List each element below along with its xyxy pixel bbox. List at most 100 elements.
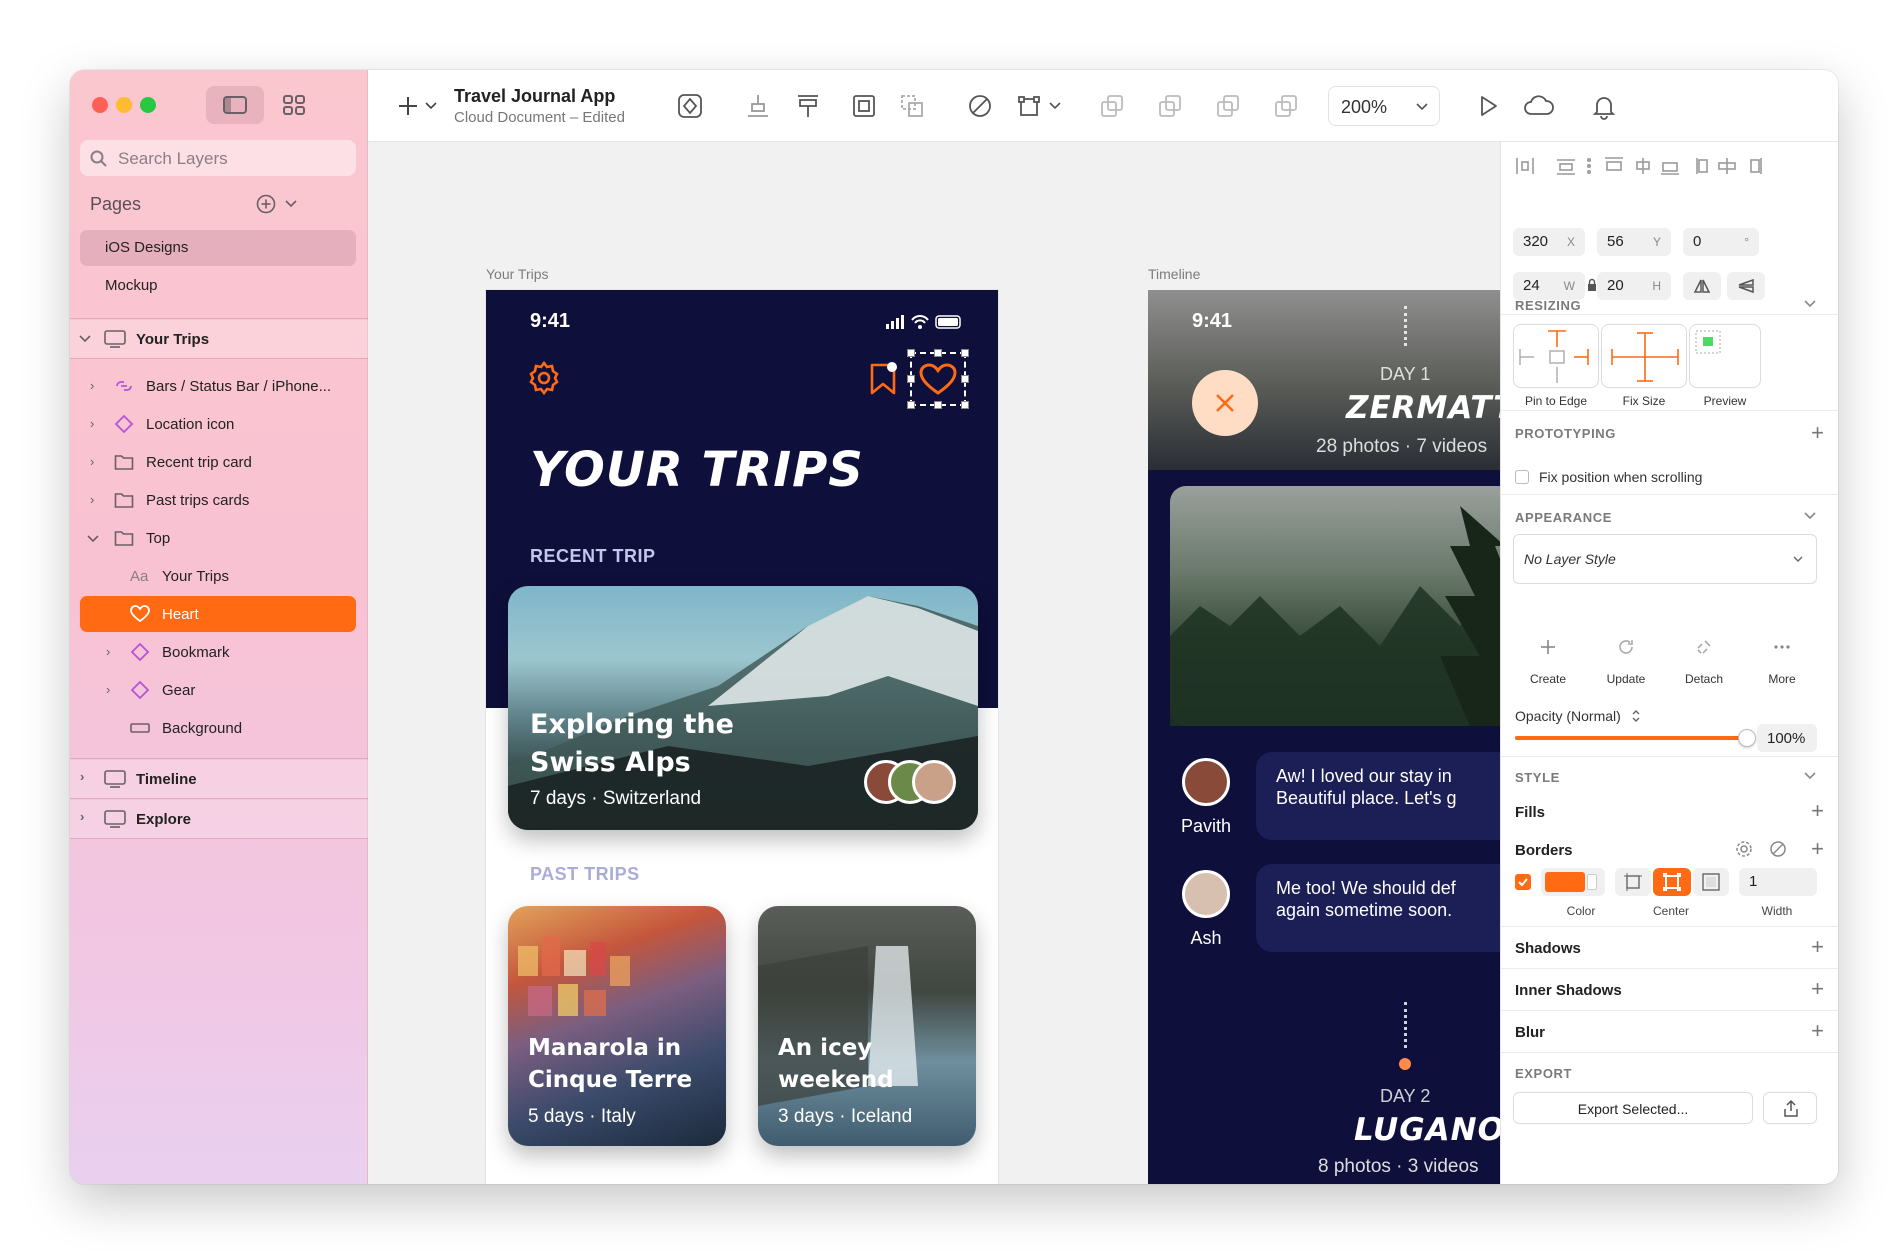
page-item-ios-designs[interactable]: iOS Designs xyxy=(80,230,356,266)
minimize-window-button[interactable] xyxy=(116,97,132,113)
chevron-right-icon[interactable]: › xyxy=(90,492,94,507)
opacity-slider-thumb[interactable] xyxy=(1738,729,1756,747)
border-width-field[interactable]: 1 xyxy=(1739,868,1817,896)
chevron-down-icon[interactable] xyxy=(1803,298,1817,310)
layer-row-recent-trip-card[interactable]: › Recent trip card xyxy=(70,444,368,480)
add-prototyping-icon[interactable]: + xyxy=(1811,422,1824,444)
zoom-window-button[interactable] xyxy=(140,97,156,113)
chevron-right-icon[interactable]: › xyxy=(106,682,110,697)
avatar-pavith[interactable] xyxy=(1182,758,1230,806)
chevron-down-icon[interactable] xyxy=(1803,770,1817,782)
x-position-field[interactable]: 320 X xyxy=(1513,228,1585,256)
cloud-icon[interactable] xyxy=(1522,92,1556,120)
height-field[interactable]: 20 H xyxy=(1597,272,1671,300)
artboard-group-your-trips[interactable]: Your Trips xyxy=(70,320,368,358)
add-page-icon[interactable] xyxy=(256,194,276,214)
bell-icon[interactable] xyxy=(1590,92,1618,120)
artboard-group-timeline[interactable]: › Timeline xyxy=(70,760,368,798)
layer-row-heart-selected[interactable]: Heart xyxy=(80,596,356,632)
opacity-field[interactable]: 100% xyxy=(1757,724,1817,752)
layer-row-bookmark[interactable]: › Bookmark xyxy=(70,634,368,670)
create-symbol-icon[interactable] xyxy=(676,92,704,120)
layer-row-gear[interactable]: › Gear xyxy=(70,672,368,708)
detach-style-icon[interactable] xyxy=(1695,638,1713,656)
add-inner-shadow-icon[interactable]: + xyxy=(1811,978,1824,1000)
bookmark-icon[interactable] xyxy=(868,362,898,396)
distribute-vertical-icon[interactable] xyxy=(744,92,772,120)
layer-row-past-trips-cards[interactable]: › Past trips cards xyxy=(70,482,368,518)
flip-horizontal-button[interactable] xyxy=(1683,272,1721,300)
insert-plus-icon[interactable] xyxy=(394,92,422,120)
page-item-mockup[interactable]: Mockup xyxy=(80,268,356,304)
edit-path-icon[interactable] xyxy=(966,92,994,120)
chevron-right-icon[interactable]: › xyxy=(90,416,94,431)
fix-position-checkbox[interactable] xyxy=(1515,470,1529,484)
ungroup-icon[interactable] xyxy=(898,92,926,120)
sidebar-toggle-button[interactable] xyxy=(206,86,264,124)
layer-row-location-icon[interactable]: › Location icon xyxy=(70,406,368,442)
add-blur-icon[interactable]: + xyxy=(1811,1020,1824,1042)
chevron-right-icon[interactable]: › xyxy=(90,454,94,469)
subtract-icon[interactable] xyxy=(1156,92,1184,120)
align-top-icon[interactable] xyxy=(794,92,822,120)
timeline-photo[interactable] xyxy=(1170,486,1500,726)
canvas[interactable]: Your Trips Timeline 9:41 YOUR TRIPS RECE… xyxy=(368,142,1500,1184)
layer-row-your-trips-text[interactable]: Aa Your Trips xyxy=(70,558,368,594)
chevron-right-icon[interactable]: › xyxy=(90,378,94,393)
create-style-icon[interactable] xyxy=(1539,638,1557,656)
lock-icon[interactable] xyxy=(1587,278,1597,292)
share-button[interactable] xyxy=(1763,1092,1817,1124)
blend-mode-stepper-icon[interactable] xyxy=(1631,708,1641,724)
recent-trip-card[interactable]: Exploring the Swiss Alps 7 days · Switze… xyxy=(508,586,978,830)
close-window-button[interactable] xyxy=(92,97,108,113)
artboard-your-trips[interactable]: 9:41 YOUR TRIPS RECENT TRIP Exploring th… xyxy=(486,290,998,1184)
preview-option[interactable] xyxy=(1689,324,1761,388)
chevron-down-icon[interactable] xyxy=(284,198,298,210)
y-position-field[interactable]: 56 Y xyxy=(1597,228,1671,256)
fix-size-option[interactable] xyxy=(1601,324,1687,388)
gear-icon[interactable] xyxy=(526,360,562,396)
export-selected-button[interactable]: Export Selected... xyxy=(1513,1092,1753,1124)
avatar-ash[interactable] xyxy=(1182,870,1230,918)
border-center-button[interactable] xyxy=(1653,868,1691,896)
border-inside-button[interactable] xyxy=(1615,868,1651,896)
play-preview-icon[interactable] xyxy=(1474,92,1502,120)
past-trip-card-iceland[interactable]: An icey weekend 3 days · Iceland xyxy=(758,906,976,1146)
border-enabled-checkbox[interactable] xyxy=(1515,874,1531,890)
artboard-group-explore[interactable]: › Explore xyxy=(70,800,368,838)
width-field[interactable]: 24 W xyxy=(1513,272,1585,300)
add-border-icon[interactable]: + xyxy=(1811,838,1824,860)
difference-icon[interactable] xyxy=(1272,92,1300,120)
more-icon[interactable] xyxy=(1773,638,1791,656)
transform-icon[interactable] xyxy=(1016,92,1044,120)
artboard-label-timeline[interactable]: Timeline xyxy=(1148,266,1200,282)
search-layers-input[interactable]: Search Layers xyxy=(80,140,356,176)
layer-row-background[interactable]: Background xyxy=(70,710,368,746)
chevron-down-icon[interactable] xyxy=(86,533,100,545)
add-fill-icon[interactable]: + xyxy=(1811,800,1824,822)
add-shadow-icon[interactable]: + xyxy=(1811,936,1824,958)
opacity-slider[interactable] xyxy=(1515,729,1756,747)
layer-row-status-bar[interactable]: › Bars / Status Bar / iPhone... xyxy=(70,368,368,404)
union-icon[interactable] xyxy=(1098,92,1126,120)
gear-icon[interactable] xyxy=(1735,840,1753,858)
pin-to-edge-option[interactable] xyxy=(1513,324,1599,388)
artboard-timeline[interactable]: 9:41 DAY 1 ZERMATT 28 photos · 7 videos … xyxy=(1148,290,1500,1184)
layer-row-top[interactable]: Top xyxy=(70,520,368,556)
components-view-button[interactable] xyxy=(266,86,324,124)
alignment-toolbar[interactable] xyxy=(1513,154,1827,178)
chevron-down-icon[interactable] xyxy=(1048,100,1062,112)
chevron-right-icon[interactable]: › xyxy=(106,644,110,659)
artboard-label-your-trips[interactable]: Your Trips xyxy=(486,266,549,282)
link-icon[interactable] xyxy=(1769,840,1787,858)
zoom-dropdown[interactable]: 200% xyxy=(1328,86,1440,126)
rotation-field[interactable]: 0 ° xyxy=(1683,228,1759,256)
past-trip-card-manarola[interactable]: Manarola in Cinque Terre 5 days · Italy xyxy=(508,906,726,1146)
border-outside-button[interactable] xyxy=(1693,868,1729,896)
update-style-icon[interactable] xyxy=(1617,638,1635,656)
flip-vertical-button[interactable] xyxy=(1727,272,1765,300)
group-selection-icon[interactable] xyxy=(850,92,878,120)
heart-selection-box[interactable] xyxy=(907,349,969,409)
chevron-down-icon[interactable] xyxy=(1803,510,1817,522)
close-button[interactable] xyxy=(1192,370,1258,436)
